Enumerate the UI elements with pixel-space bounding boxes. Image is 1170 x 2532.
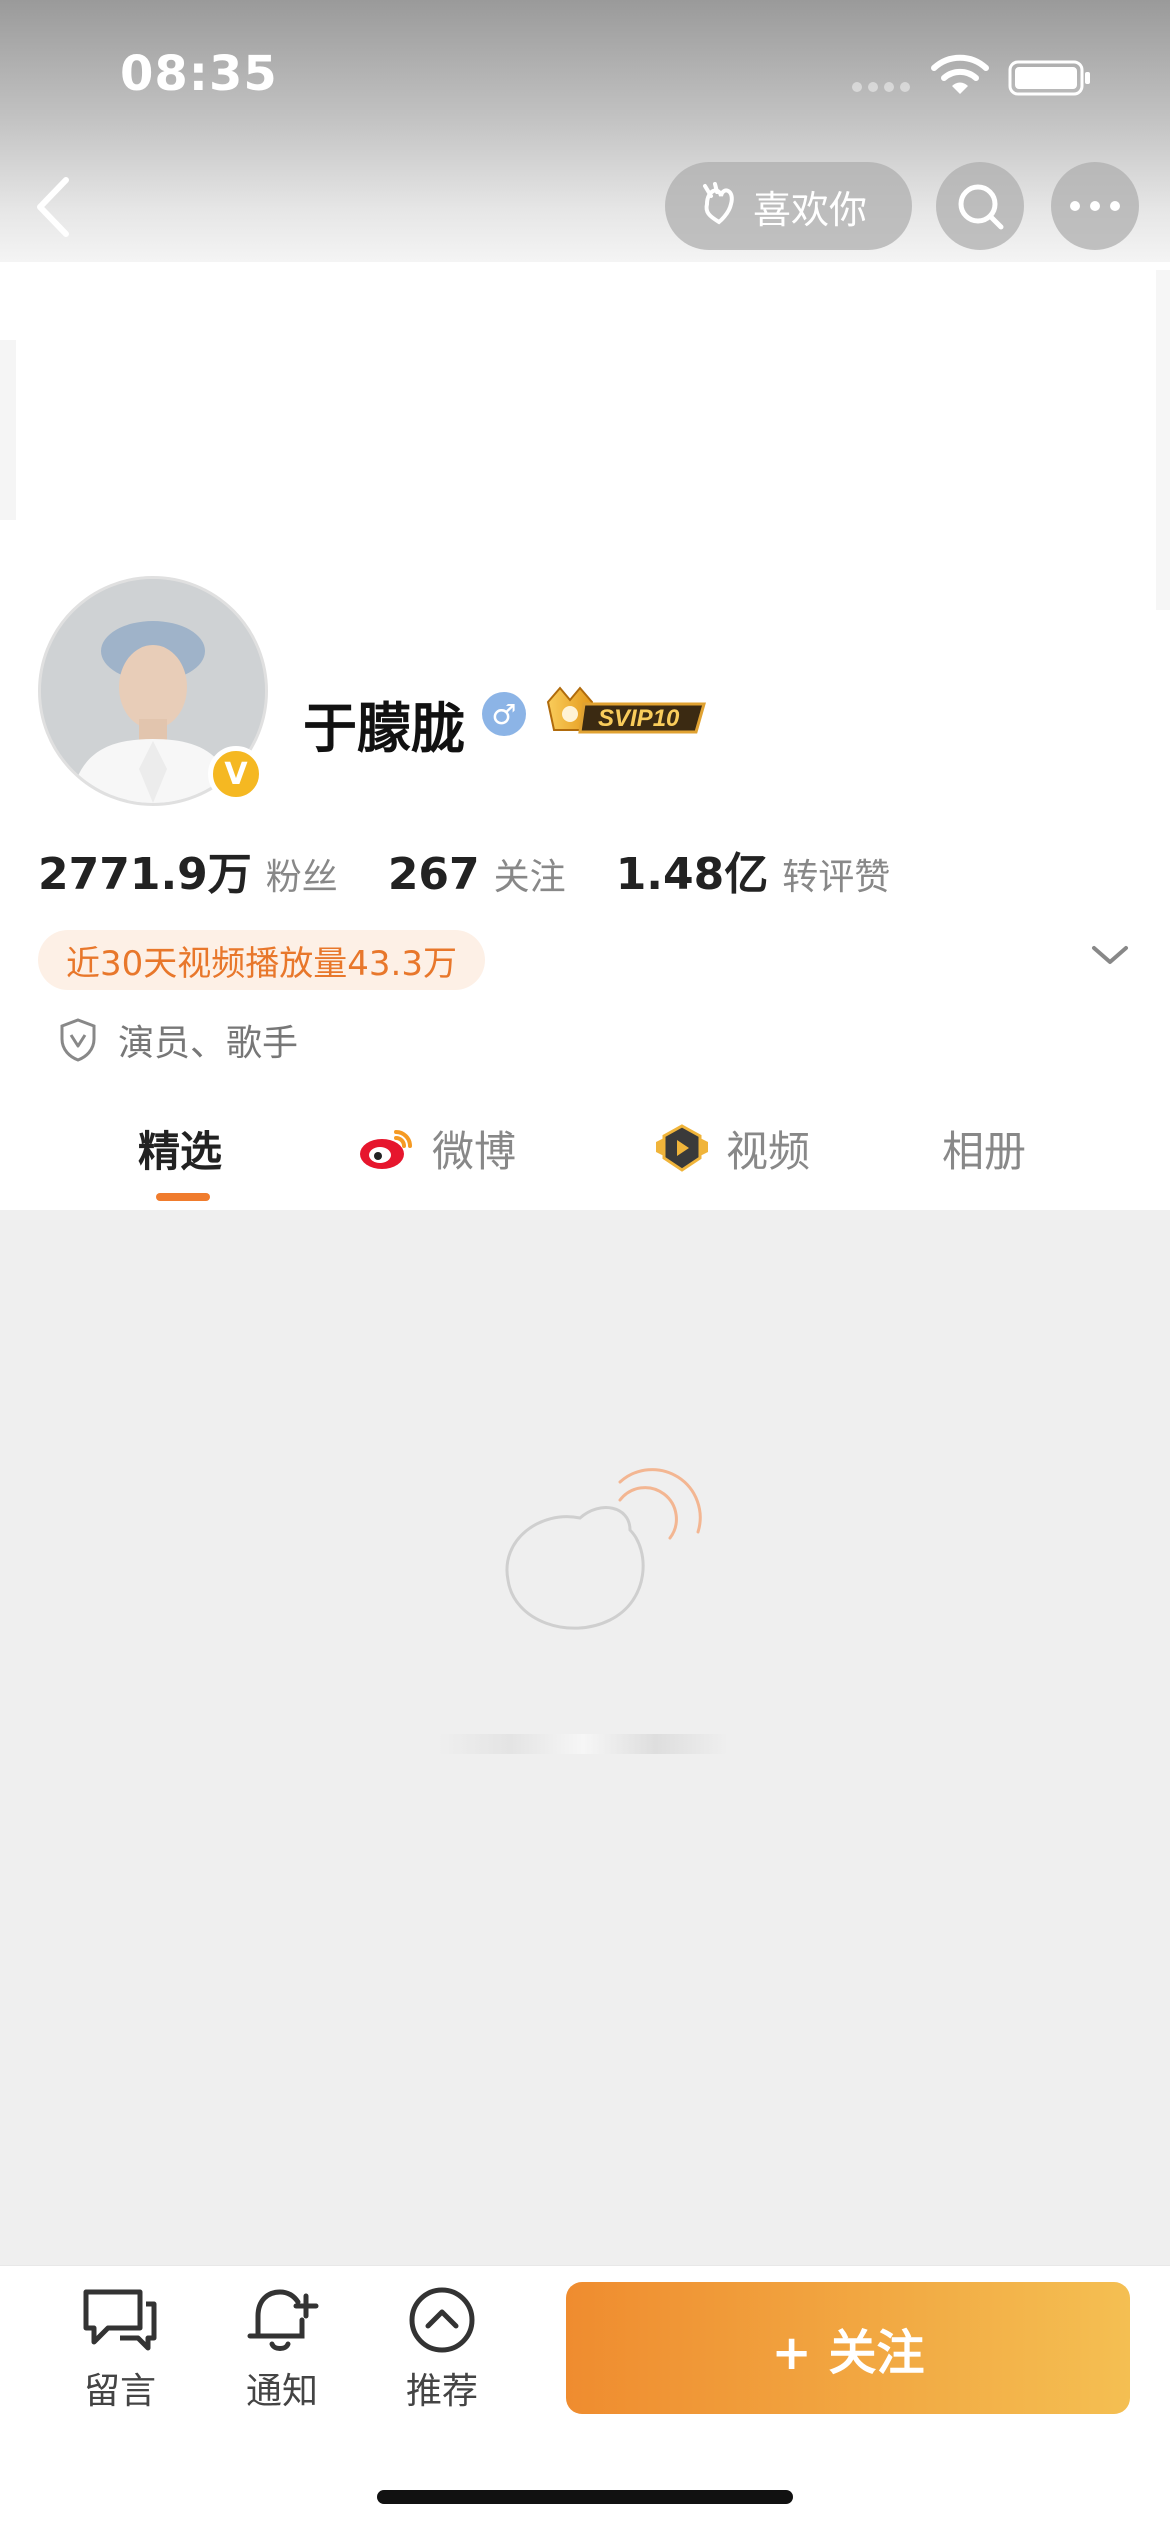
more-button[interactable]: [1051, 162, 1139, 250]
authentication-info[interactable]: 演员、歌手: [58, 1014, 298, 1066]
gender-male-icon: ♂: [482, 692, 526, 736]
fans-count[interactable]: 2771.9万: [38, 838, 252, 902]
authentication-text: 演员、歌手: [118, 1023, 299, 1064]
loading-placeholder: [438, 1734, 728, 1754]
verified-badge: V: [208, 746, 264, 802]
weibo-logo-icon: [360, 1130, 412, 1169]
profile-stats: 2771.9万 粉丝 267 关注 1.48亿 转评赞: [38, 838, 940, 902]
signal-icon: [852, 82, 916, 94]
fans-label[interactable]: 粉丝: [266, 848, 338, 900]
like-you-button[interactable]: 喜欢你: [665, 162, 912, 250]
message-label: 留言: [83, 2371, 156, 2412]
notify-button[interactable]: 通知: [222, 2286, 342, 2414]
video-badge-icon: [656, 1124, 708, 1172]
bell-plus-icon: [247, 2289, 319, 2351]
profile-name: 于朦胧: [303, 697, 465, 760]
tab-album-label: 相册: [942, 1126, 1027, 1176]
search-icon: [958, 184, 1004, 230]
cover-image-area: [0, 262, 1170, 562]
shield-icon: [60, 1018, 96, 1062]
tab-album[interactable]: 相册: [942, 1112, 1026, 1184]
svip-label: SVIP10: [598, 705, 680, 732]
chevron-up-circle-icon: [409, 2287, 475, 2353]
video-play-count-badge[interactable]: 近30天视频播放量43.3万: [38, 930, 485, 990]
avatar[interactable]: V: [38, 576, 268, 806]
follow-button[interactable]: + 关注: [566, 2282, 1130, 2414]
like-you-label: 喜欢你: [753, 187, 868, 232]
notify-label: 通知: [245, 2371, 318, 2412]
back-icon[interactable]: [26, 172, 78, 242]
cover-edge-right: [1156, 270, 1170, 610]
recommend-label: 推荐: [405, 2371, 478, 2412]
recommend-button[interactable]: 推荐: [382, 2286, 502, 2414]
more-dots-icon: [1070, 201, 1120, 211]
tab-video-label: 视频: [726, 1126, 811, 1176]
tab-weibo-label: 微博: [432, 1126, 517, 1176]
tab-featured[interactable]: 精选: [138, 1112, 222, 1184]
message-icon: [83, 2289, 157, 2351]
tab-featured-label: 精选: [138, 1126, 223, 1176]
chevron-down-icon[interactable]: [1088, 940, 1132, 970]
status-time: 08:35: [120, 46, 278, 102]
wifi-icon: [931, 54, 989, 94]
svip-badge[interactable]: SVIP10: [540, 684, 710, 744]
message-button[interactable]: 留言: [60, 2286, 180, 2414]
tab-video[interactable]: 视频: [652, 1112, 810, 1184]
following-label[interactable]: 关注: [494, 848, 566, 900]
cover-edge-left: [0, 340, 16, 520]
hand-heart-icon: [703, 182, 734, 225]
interactions-label: 转评赞: [782, 857, 891, 898]
interactions-count: 1.48亿: [615, 849, 769, 900]
battery-icon: [1008, 60, 1090, 96]
home-indicator[interactable]: [377, 2490, 793, 2504]
active-tab-indicator: [156, 1193, 210, 1201]
weibo-loading-icon: [505, 1468, 702, 1630]
search-button[interactable]: [936, 162, 1024, 250]
following-count[interactable]: 267: [388, 849, 480, 900]
tab-weibo[interactable]: 微博: [356, 1112, 516, 1184]
